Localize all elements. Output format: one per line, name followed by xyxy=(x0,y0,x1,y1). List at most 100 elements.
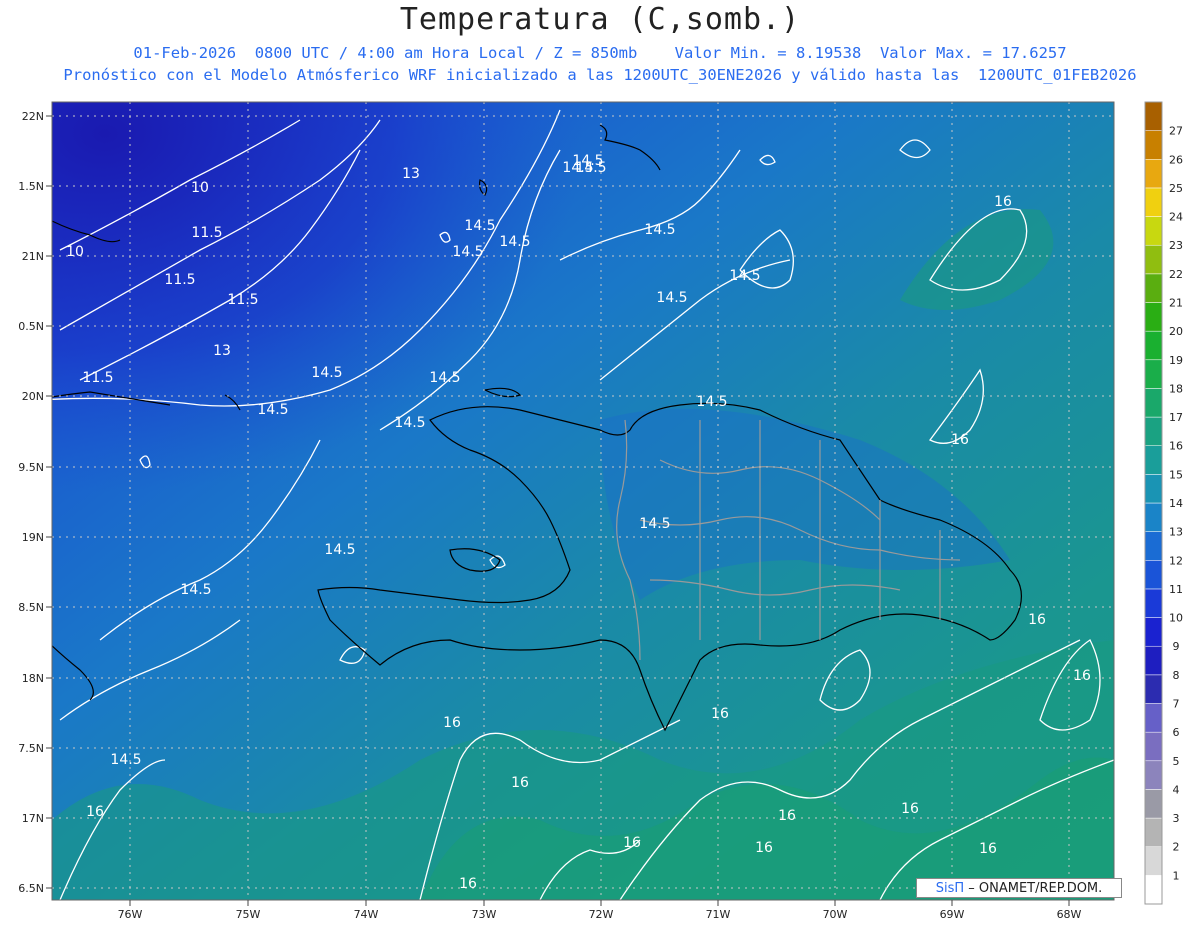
colorbar-swatch xyxy=(1144,101,1163,131)
contour-label: 14.5 xyxy=(180,582,211,598)
contour-label: 14.5 xyxy=(464,218,495,234)
colorbar-swatch xyxy=(1144,216,1163,246)
colorbar-label: 5 xyxy=(1173,755,1180,768)
colorbar-label: 27 xyxy=(1169,125,1183,138)
colorbar-label: 24 xyxy=(1169,211,1183,224)
lat-label: 20N xyxy=(22,390,44,403)
lat-label: 17N xyxy=(22,812,44,825)
map-field xyxy=(52,102,1114,900)
lat-label: 8.5N xyxy=(18,601,44,614)
contour-label: 16 xyxy=(1028,612,1046,628)
colorbar-swatch xyxy=(1144,846,1163,876)
contour-label: 16 xyxy=(1073,668,1091,684)
colorbar-swatch xyxy=(1144,560,1163,590)
contour-label: 14.5 xyxy=(562,160,593,176)
lat-label: 1.5N xyxy=(18,180,44,193)
contour-label: 16 xyxy=(755,840,773,856)
subtitle-model-info: Pronóstico con el Modelo Atmósferico WRF… xyxy=(63,66,1137,84)
colorbar: 1234567891011121314151617181920212223242… xyxy=(1144,101,1183,905)
colorbar-swatch xyxy=(1144,531,1163,561)
colorbar-swatch xyxy=(1144,474,1163,504)
lon-label: 71W xyxy=(706,908,731,921)
colorbar-swatch xyxy=(1144,588,1163,618)
colorbar-label: 18 xyxy=(1169,382,1183,395)
credit-org: – ONAMET/REP.DOM. xyxy=(968,881,1103,896)
longitude-axis: 76W 75W 74W 73W 72W 71W 70W 69W 68W xyxy=(118,900,1082,921)
colorbar-swatch xyxy=(1144,388,1163,418)
contour-label: 16 xyxy=(778,808,796,824)
contour-label: 11.5 xyxy=(227,292,258,308)
colorbar-swatch xyxy=(1144,789,1163,819)
lat-label: 22N xyxy=(22,110,44,123)
colorbar-swatch xyxy=(1144,760,1163,790)
colorbar-label: 7 xyxy=(1173,698,1180,711)
colorbar-swatch xyxy=(1144,416,1163,446)
lat-label: 9.5N xyxy=(18,461,44,474)
colorbar-label: 13 xyxy=(1169,526,1183,539)
contour-label: 10 xyxy=(191,180,209,196)
contour-label: 10 xyxy=(66,244,84,260)
contour-label: 14.5 xyxy=(394,415,425,431)
contour-label: 11.5 xyxy=(82,370,113,386)
contour-label: 14.5 xyxy=(656,290,687,306)
contour-label: 11.5 xyxy=(191,225,222,241)
contour-label: 13 xyxy=(402,166,420,182)
contour-label: 14.5 xyxy=(257,402,288,418)
contour-label: 14.5 xyxy=(639,516,670,532)
lon-label: 74W xyxy=(354,908,379,921)
contour-label: 16 xyxy=(443,715,461,731)
colorbar-label: 21 xyxy=(1169,297,1183,310)
colorbar-label: 9 xyxy=(1173,640,1180,653)
contour-label: 11.5 xyxy=(164,272,195,288)
colorbar-swatch xyxy=(1144,703,1163,733)
contour-label: 14.5 xyxy=(696,394,727,410)
colorbar-label: 17 xyxy=(1169,411,1183,424)
colorbar-label: 1 xyxy=(1173,869,1180,882)
contour-label: 14.5 xyxy=(429,370,460,386)
contour-label: 13 xyxy=(213,343,231,359)
colorbar-label: 26 xyxy=(1169,153,1183,166)
page-title: Temperatura (C,somb.) xyxy=(399,2,801,37)
contour-label: 16 xyxy=(951,432,969,448)
colorbar-swatch xyxy=(1144,244,1163,275)
lat-label: 0.5N xyxy=(18,320,44,333)
colorbar-label: 14 xyxy=(1169,497,1183,510)
lon-label: 72W xyxy=(589,908,614,921)
forecast-map: 10 10 11.5 11.5 11.5 11.5 13 13 14.5 14.5 14.5 14.5… xyxy=(18,101,1183,921)
lon-label: 70W xyxy=(823,908,848,921)
colorbar-swatch xyxy=(1144,359,1163,389)
contour-label: 14.5 xyxy=(311,365,342,381)
lat-label: 6.5N xyxy=(18,882,44,895)
lat-label: 18N xyxy=(22,672,44,685)
colorbar-swatch xyxy=(1144,330,1163,361)
colorbar-label: 16 xyxy=(1169,440,1183,453)
contour-label: 16 xyxy=(459,876,477,892)
colorbar-label: 20 xyxy=(1169,325,1183,338)
colorbar-swatch xyxy=(1144,302,1163,332)
colorbar-label: 10 xyxy=(1169,612,1183,625)
colorbar-swatch xyxy=(1144,159,1163,189)
colorbar-label: 4 xyxy=(1173,783,1180,796)
colorbar-swatch xyxy=(1144,875,1163,905)
subtitle-valid-time: 01-Feb-2026 0800 UTC / 4:00 am Hora Loca… xyxy=(133,44,1067,62)
lat-label: 19N xyxy=(22,531,44,544)
colorbar-swatch xyxy=(1144,645,1163,676)
colorbar-label: 11 xyxy=(1169,583,1183,596)
colorbar-swatch xyxy=(1144,502,1163,532)
credit-logo-text: SisΠ xyxy=(935,881,965,896)
colorbar-swatch xyxy=(1144,445,1163,475)
contour-label: 16 xyxy=(979,841,997,857)
colorbar-swatch xyxy=(1144,617,1163,647)
colorbar-label: 22 xyxy=(1169,268,1183,281)
contour-label: 14.5 xyxy=(324,542,355,558)
colorbar-label: 8 xyxy=(1173,669,1180,682)
colorbar-label: 23 xyxy=(1169,239,1183,252)
contour-label: 16 xyxy=(86,804,104,820)
colorbar-label: 2 xyxy=(1173,841,1180,854)
colorbar-swatch xyxy=(1144,674,1163,704)
colorbar-label: 12 xyxy=(1169,554,1183,567)
colorbar-label: 15 xyxy=(1169,468,1183,481)
contour-label: 16 xyxy=(511,775,529,791)
colorbar-swatch xyxy=(1144,130,1163,160)
contour-label: 14.5 xyxy=(452,244,483,260)
